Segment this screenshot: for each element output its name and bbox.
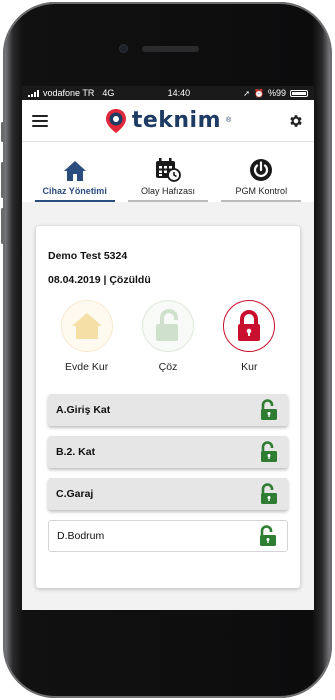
- power-icon: [250, 159, 273, 181]
- logo-wordmark: teknim: [131, 108, 222, 133]
- zone-name: C.Garaj: [56, 488, 94, 500]
- mode-label: Çöz: [158, 361, 178, 373]
- panel-name: Demo Test 5324: [48, 250, 128, 262]
- mode-circle: [223, 300, 276, 352]
- home-arm-icon: [71, 313, 102, 339]
- network-label: 4G: [102, 88, 115, 98]
- volume-button: [1, 208, 4, 244]
- tab-indicator: [127, 200, 208, 202]
- zone-item-c-garaj[interactable]: C.Garaj: [48, 478, 288, 510]
- unlock-icon: [261, 441, 277, 462]
- battery-icon: [289, 89, 308, 97]
- signal-icon: [28, 89, 39, 97]
- volume-button: [1, 162, 4, 198]
- battery-label: %99: [267, 88, 286, 98]
- tab-label: Cihaz Yönetimi: [42, 186, 107, 196]
- app-screen: vodafone TR 4G 14:40 ➚ ⏰ %99 teknim ® Ci…: [22, 86, 314, 610]
- home-icon: [63, 161, 86, 181]
- status-bar: vodafone TR 4G 14:40 ➚ ⏰ %99: [22, 86, 314, 100]
- panel-status: 08.04.2019 | Çözüldü: [48, 274, 151, 286]
- zone-list: A.Giriş Kat B.2. Kat C.Garaj D.Bodrum: [48, 394, 288, 562]
- status-time: 14:40: [167, 88, 191, 98]
- tab-olay-hafizasi[interactable]: Olay Hafızası: [127, 142, 208, 202]
- settings-gear-icon[interactable]: [288, 113, 304, 129]
- unlock-icon: [155, 309, 178, 341]
- tab-indicator: [34, 200, 115, 202]
- app-header: teknim ®: [22, 100, 314, 142]
- zone-item-b-2-kat[interactable]: B.2. Kat: [48, 436, 288, 468]
- location-icon: ➚: [243, 88, 250, 98]
- mode-label: Evde Kur: [65, 361, 109, 373]
- unlock-icon: [260, 525, 276, 546]
- zone-name: D.Bodrum: [57, 530, 105, 542]
- tab-cihaz-yonetimi[interactable]: Cihaz Yönetimi: [34, 142, 115, 202]
- tab-pgm-kontrol[interactable]: PGM Kontrol: [221, 142, 302, 202]
- volume-up-button: [1, 122, 4, 142]
- mode-label: Kur: [241, 361, 258, 373]
- alarm-icon: ⏰: [254, 88, 264, 98]
- unlock-icon: [261, 399, 277, 420]
- front-camera: [119, 44, 128, 53]
- zone-name: A.Giriş Kat: [56, 404, 111, 416]
- zone-name: B.2. Kat: [56, 446, 96, 458]
- mode-circle: [141, 300, 194, 352]
- tab-bar: Cihaz Yönetimi Olay Hafızası PGM Kontrol: [22, 142, 314, 202]
- location-pin-logo-icon: [105, 108, 126, 133]
- hamburger-menu-icon[interactable]: [32, 114, 48, 127]
- panel-card: Demo Test 5324 08.04.2019 | Çözüldü Evde…: [36, 226, 300, 588]
- unlock-icon: [261, 483, 277, 504]
- lock-icon: [238, 310, 261, 341]
- evde-kur-button[interactable]: Evde Kur: [52, 300, 122, 373]
- tab-label: Olay Hafızası: [140, 186, 195, 196]
- carrier-label: vodafone TR: [43, 88, 95, 98]
- zone-item-d-bodrum[interactable]: D.Bodrum: [48, 520, 288, 552]
- coz-button[interactable]: Çöz: [133, 300, 203, 373]
- zone-item-a-giris-kat[interactable]: A.Giriş Kat: [48, 394, 288, 426]
- kur-button[interactable]: Kur: [214, 300, 284, 373]
- arm-mode-group: Evde Kur Çöz Kur: [36, 300, 300, 373]
- tab-indicator: [221, 200, 302, 202]
- earpiece-speaker: [142, 46, 199, 52]
- brand-logo: teknim ®: [105, 108, 231, 134]
- logo-registered-mark: ®: [226, 117, 232, 124]
- calendar-clock-icon: [155, 158, 181, 182]
- mode-circle: [60, 300, 113, 352]
- tab-label: PGM Kontrol: [235, 186, 288, 196]
